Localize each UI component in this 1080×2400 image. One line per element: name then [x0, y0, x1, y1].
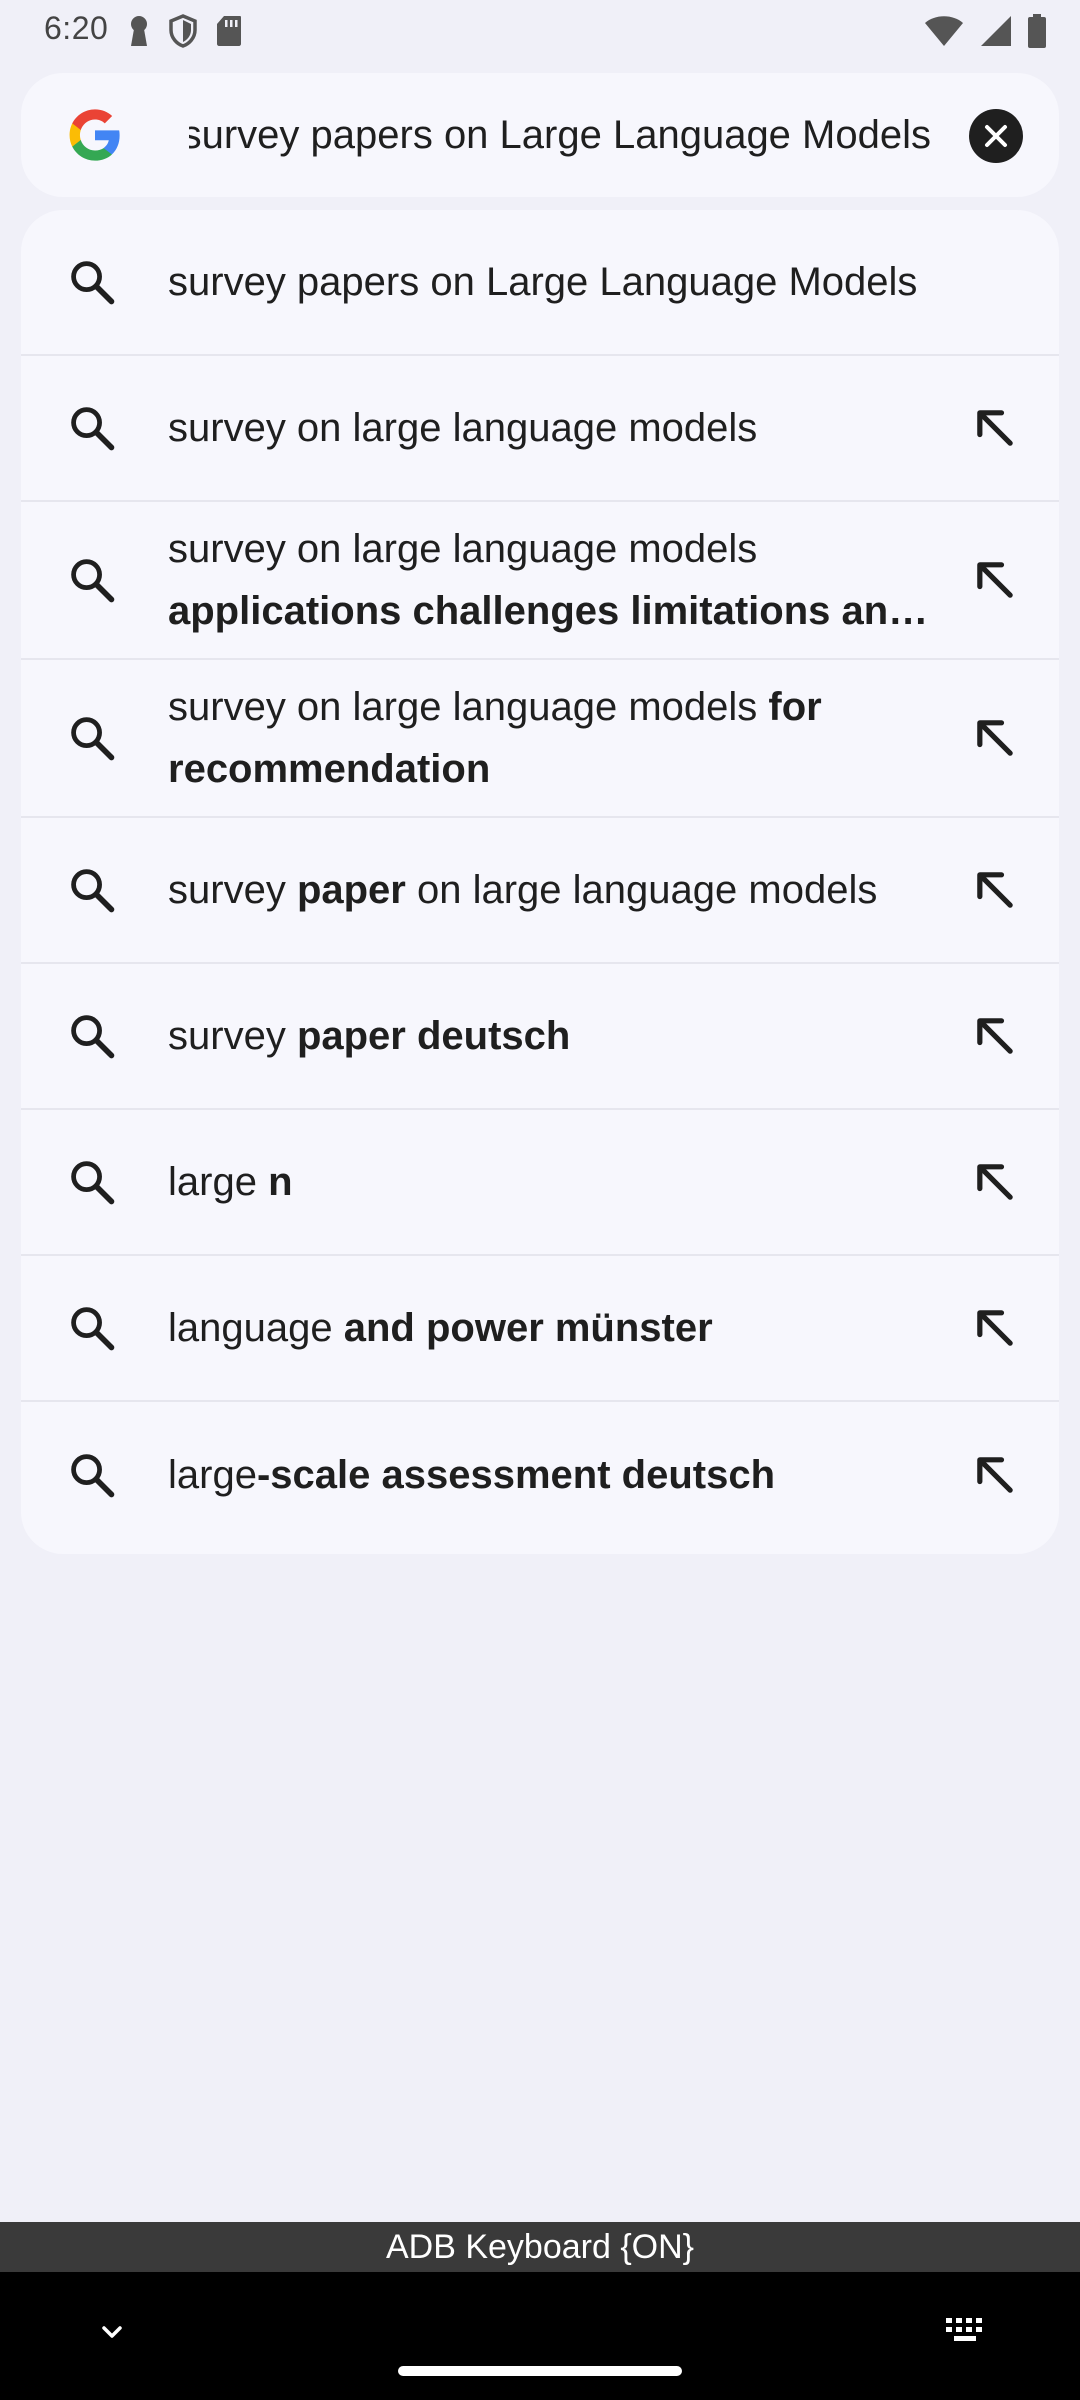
- suggestion-text: survey paper deutsch: [168, 1005, 929, 1067]
- suggestion-text: large-scale assessment deutsch: [168, 1444, 929, 1506]
- google-g-logo: [69, 109, 120, 161]
- suggestions-list: survey papers on Large Language Models s…: [21, 210, 1059, 1554]
- suggestion-completion: n: [268, 1160, 293, 1204]
- clear-search-button[interactable]: [969, 109, 1023, 163]
- sd-card-icon: [217, 16, 241, 46]
- suggestion-query-prefix: survey: [168, 868, 286, 912]
- arrow-up-left-icon[interactable]: [969, 864, 1021, 916]
- search-icon: [71, 1161, 115, 1205]
- search-icon: [71, 869, 115, 913]
- search-bar: survey papers on Large Language Models: [21, 73, 1059, 197]
- keyboard-icon[interactable]: [944, 2314, 990, 2350]
- arrow-up-left-icon[interactable]: [969, 402, 1021, 454]
- suggestion-item[interactable]: survey paper on large language models: [21, 818, 1059, 964]
- suggestion-item[interactable]: survey on large language models: [21, 356, 1059, 502]
- search-query-text: survey papers on Large Language Models: [189, 113, 931, 157]
- search-icon: [71, 261, 115, 305]
- suggestion-query: survey on large language models: [168, 406, 758, 450]
- status-right-icons: [924, 14, 1046, 48]
- suggestion-text: survey papers on Large Language Models: [168, 251, 929, 313]
- suggestion-query: survey on large language models: [168, 685, 758, 729]
- suggestion-text: survey on large language models applicat…: [168, 518, 929, 642]
- search-icon: [71, 1307, 115, 1351]
- arrow-up-left-icon[interactable]: [969, 1449, 1021, 1501]
- keyboard-status-label: ADB Keyboard {ON}: [385, 2228, 695, 2266]
- shield-icon: [169, 14, 197, 48]
- suggestion-completion: -scale assessment deutsch: [256, 1453, 775, 1497]
- suggestion-item[interactable]: survey papers on Large Language Models: [21, 210, 1059, 356]
- suggestion-completion: recommendation: [168, 747, 491, 791]
- search-icon: [71, 1015, 115, 1059]
- suggestion-text: large n: [168, 1151, 929, 1213]
- status-bar: 6:20: [0, 0, 1080, 64]
- suggestion-query: survey papers on Large Language Models: [168, 260, 918, 304]
- suggestion-text: survey on large language models for reco…: [168, 676, 929, 800]
- suggestion-query: survey: [168, 1014, 286, 1058]
- search-icon: [71, 407, 115, 451]
- arrow-up-left-icon[interactable]: [969, 554, 1021, 606]
- status-left-icons: [128, 14, 242, 48]
- close-icon: [985, 125, 1007, 147]
- suggestion-text: survey on large language models: [168, 397, 929, 459]
- suggestion-query: survey on large language models: [168, 527, 758, 571]
- suggestion-query: language: [168, 1306, 333, 1350]
- suggestion-item[interactable]: survey on large language models for reco…: [21, 660, 1059, 818]
- suggestion-item[interactable]: language and power münster: [21, 1256, 1059, 1402]
- suggestion-item[interactable]: large-scale assessment deutsch: [21, 1402, 1059, 1548]
- battery-icon: [1028, 14, 1046, 48]
- suggestion-query: large: [168, 1453, 257, 1497]
- keyhole-icon: [131, 16, 147, 46]
- suggestion-completion: paper deutsch: [296, 1014, 571, 1058]
- chevron-down-icon[interactable]: [92, 2312, 132, 2352]
- suggestion-completion: and power münster: [343, 1306, 713, 1350]
- suggestion-text: survey paper on large language models: [168, 859, 929, 921]
- search-icon: [71, 559, 115, 603]
- suggestion-item[interactable]: survey on large language models applicat…: [21, 502, 1059, 660]
- suggestion-completion-inline: paper: [296, 868, 406, 912]
- home-gesture-handle[interactable]: [398, 2366, 682, 2376]
- suggestion-completion: applications challenges limitations an…: [168, 589, 929, 633]
- suggestion-item[interactable]: large n: [21, 1110, 1059, 1256]
- search-icon: [71, 1454, 115, 1498]
- signal-icon: [981, 16, 1011, 46]
- suggestion-completion-inline: for: [768, 685, 822, 729]
- arrow-up-left-icon[interactable]: [969, 712, 1021, 764]
- arrow-up-left-icon[interactable]: [969, 1302, 1021, 1354]
- suggestion-item[interactable]: survey paper deutsch: [21, 964, 1059, 1110]
- wifi-icon: [925, 16, 963, 46]
- keyboard-status-bar: ADB Keyboard {ON}: [0, 2222, 1080, 2272]
- suggestion-query: large: [168, 1160, 257, 1204]
- arrow-up-left-icon[interactable]: [969, 1156, 1021, 1208]
- navigation-bar: [0, 2272, 1080, 2400]
- status-time: 6:20: [44, 10, 109, 46]
- suggestion-query-suffix: on large language models: [417, 868, 878, 912]
- search-input[interactable]: survey papers on Large Language Models: [189, 107, 931, 163]
- arrow-up-left-icon[interactable]: [969, 1010, 1021, 1062]
- suggestion-text: language and power münster: [168, 1297, 929, 1359]
- search-icon: [71, 717, 115, 761]
